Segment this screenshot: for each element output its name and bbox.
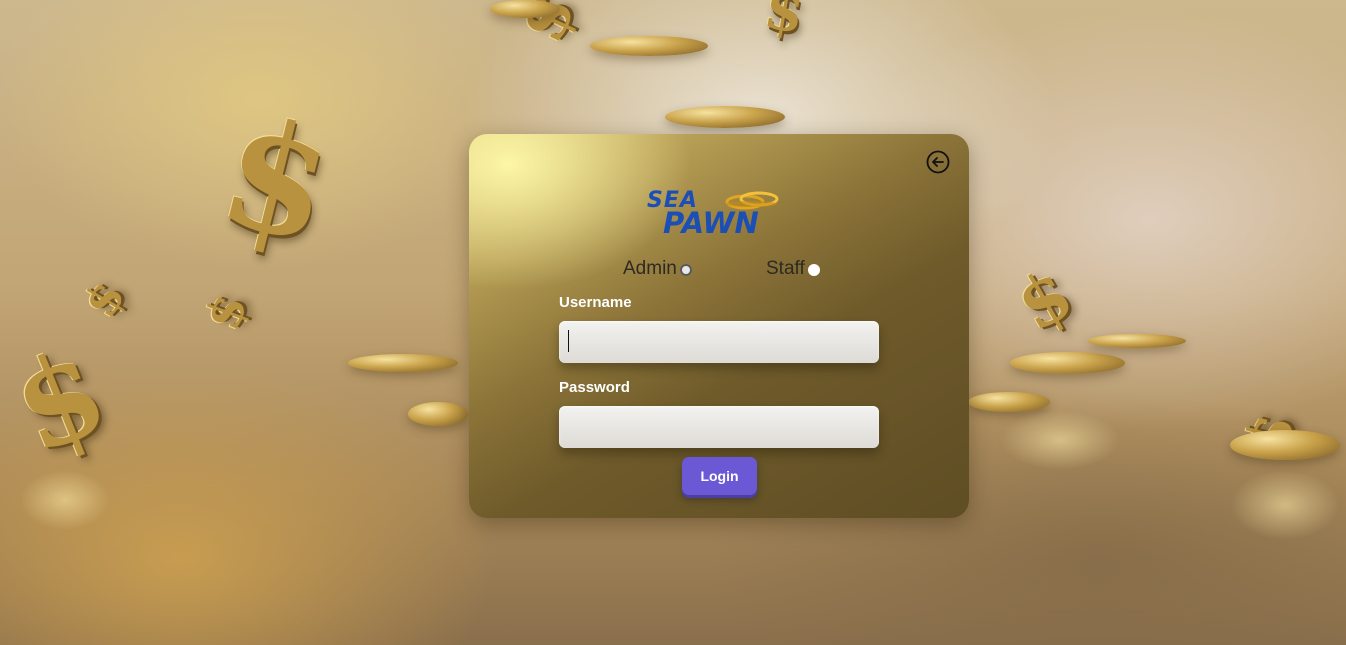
- dollar-sign-icon: $: [0, 319, 125, 482]
- username-label: Username: [559, 294, 632, 311]
- gold-rings-icon: [725, 191, 779, 210]
- coin-icon: [590, 36, 708, 56]
- admin-radio-label: Admin: [623, 258, 677, 279]
- password-label: Password: [559, 379, 630, 396]
- coin-icon: [665, 106, 785, 128]
- dollar-sign-icon: $: [1002, 251, 1087, 348]
- light-reflection: [1230, 470, 1340, 540]
- light-reflection: [20, 470, 110, 530]
- dollar-sign-icon: $: [194, 286, 259, 338]
- dollar-sign-icon: $: [205, 81, 350, 279]
- coin-icon: [1088, 334, 1186, 348]
- login-card: SEA PAWN Admin Staff Username Password L…: [469, 134, 969, 518]
- role-selector: Admin Staff: [469, 258, 969, 284]
- staff-radio-button[interactable]: [807, 264, 820, 276]
- coin-icon: [968, 392, 1050, 412]
- admin-radio-option[interactable]: Admin: [623, 258, 692, 280]
- coin-icon: [348, 354, 458, 372]
- logo-line-2: PAWN: [663, 206, 759, 240]
- text-caret: [568, 330, 569, 352]
- coin-icon: [408, 402, 468, 426]
- dollar-sign-icon: $: [759, 0, 810, 47]
- coin-icon: [1010, 352, 1125, 374]
- arrow-left-circle-icon[interactable]: [926, 150, 950, 174]
- login-button[interactable]: Login: [682, 457, 757, 495]
- sea-pawn-logo: SEA PAWN: [647, 190, 783, 240]
- coin-icon: [490, 0, 560, 18]
- staff-radio-label: Staff: [766, 258, 805, 279]
- coin-icon: [1230, 430, 1340, 460]
- staff-radio-option[interactable]: Staff: [766, 258, 820, 280]
- username-input[interactable]: [559, 321, 879, 363]
- admin-radio-button[interactable]: [679, 264, 692, 276]
- light-reflection: [1000, 410, 1120, 470]
- dollar-sign-icon: $: [72, 271, 136, 327]
- password-input[interactable]: [559, 406, 879, 448]
